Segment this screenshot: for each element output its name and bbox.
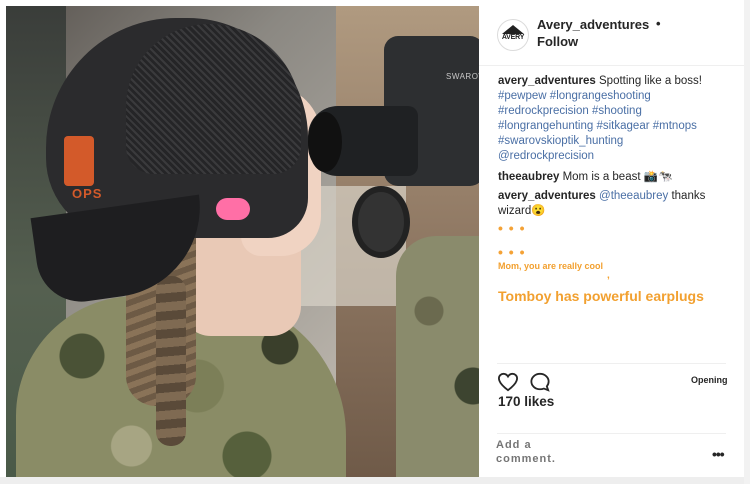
ellipsis-annotation: • • • xyxy=(498,244,526,260)
hashtag[interactable]: #sitkagear xyxy=(596,120,649,132)
braid xyxy=(156,276,186,446)
heart-icon[interactable] xyxy=(497,372,519,392)
annotation-small-text: Mom, you are really cool xyxy=(498,261,604,271)
add-comment-input[interactable] xyxy=(496,438,576,466)
divider xyxy=(497,363,726,364)
avatar[interactable]: AVERY xyxy=(497,19,529,51)
hashtag[interactable]: #shooting xyxy=(592,105,642,117)
hashtag[interactable]: #pewpew xyxy=(498,90,547,102)
post-frame: OPS SWAROV AVERY Avery_adventures • Foll… xyxy=(0,0,750,484)
opening-label: Opening xyxy=(691,375,728,385)
post-side-panel: AVERY Avery_adventures • Follow avery_ad… xyxy=(479,6,744,478)
comment: avery_adventures @theeaubrey thanks wiza… xyxy=(498,189,738,219)
hashtag[interactable]: #mtnops xyxy=(653,120,697,132)
comments-section: avery_adventures Spotting like a boss! #… xyxy=(498,74,738,219)
frame-shadow-right xyxy=(744,0,750,484)
post-photo[interactable]: OPS SWAROV xyxy=(6,6,479,478)
scope-lens xyxy=(308,112,342,172)
mountain-logo-icon xyxy=(502,25,524,34)
scope-brand-text: SWAROV xyxy=(446,72,479,81)
post-header: AVERY Avery_adventures • Follow xyxy=(479,6,744,66)
caption-username[interactable]: avery_adventures xyxy=(498,75,596,87)
caption-text: Spotting like a boss! xyxy=(599,75,702,87)
likes-count[interactable]: 170 likes xyxy=(498,394,554,409)
ellipsis-annotation: • • • xyxy=(498,220,526,236)
comment-username[interactable]: theeaubrey xyxy=(498,171,559,183)
hashtag[interactable]: #swarovskioptik_hunting xyxy=(498,135,623,147)
divider xyxy=(497,433,726,434)
annotation-comma: , xyxy=(607,270,610,281)
more-options-icon[interactable]: ••• xyxy=(712,446,725,462)
comment-username[interactable]: avery_adventures xyxy=(498,190,596,202)
comment-bubble-icon[interactable] xyxy=(529,372,551,392)
caption: avery_adventures Spotting like a boss! #… xyxy=(498,74,738,164)
mention-link[interactable]: @theeaubrey xyxy=(599,190,668,202)
frame-shadow-bottom xyxy=(0,477,750,484)
comment: theeaubrey Mom is a beast 📸🐄 xyxy=(498,170,738,185)
cap-mesh xyxy=(126,24,301,174)
hashtag[interactable]: #longrangehunting xyxy=(498,120,593,132)
lens-cap xyxy=(352,186,410,258)
avatar-text: AVERY xyxy=(501,34,525,41)
hashtag[interactable]: #redrockprecision xyxy=(498,105,589,117)
mention-link[interactable]: @redrockprecision xyxy=(498,150,594,162)
cap-logo-icon xyxy=(64,136,94,186)
hashtag[interactable]: #longrangeshooting xyxy=(550,90,651,102)
comment-text: Mom is a beast 📸🐄 xyxy=(562,171,673,183)
post-username[interactable]: Avery_adventures xyxy=(537,17,649,32)
earplug xyxy=(216,198,250,220)
separator-dot: • xyxy=(656,16,661,31)
annotation-big-text: Tomboy has powerful earplugs xyxy=(498,288,704,304)
cap-logo-text: OPS xyxy=(72,186,103,201)
follow-button[interactable]: Follow xyxy=(537,34,578,49)
camo-person-right xyxy=(396,236,479,478)
